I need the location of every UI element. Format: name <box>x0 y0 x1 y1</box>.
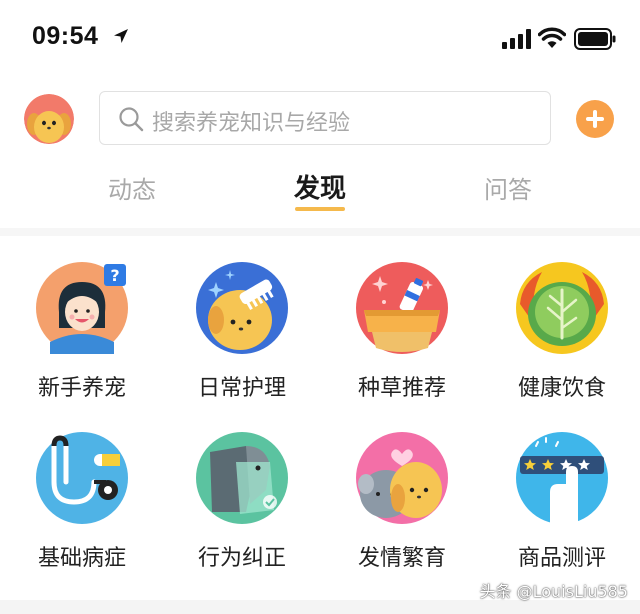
category-label: 新手养宠 <box>37 376 126 401</box>
category-label: 健康饮食 <box>517 376 606 401</box>
tab-activity[interactable]: 动态 <box>72 170 192 205</box>
category-label: 行为纠正 <box>197 546 286 571</box>
active-tab-indicator <box>295 207 345 211</box>
category-label: 日常护理 <box>197 376 286 401</box>
category-behavior-correction[interactable]: 行为纠正 <box>174 432 314 582</box>
breeding-icon <box>356 432 448 524</box>
svg-text:?: ? <box>110 266 119 285</box>
new-owner-icon: ? <box>36 262 128 354</box>
dog-avatar-icon <box>24 94 74 144</box>
category-new-owner[interactable]: ? 新手养宠 <box>14 262 154 412</box>
healthy-diet-icon <box>516 262 608 354</box>
add-button[interactable] <box>576 100 614 138</box>
wifi-icon <box>538 27 566 48</box>
tab-qa[interactable]: 问答 <box>448 170 568 205</box>
category-daily-care[interactable]: 日常护理 <box>174 262 314 412</box>
daily-care-icon <box>196 262 288 354</box>
location-arrow-icon <box>114 29 128 43</box>
bottom-divider <box>0 600 640 614</box>
recommendation-icon <box>356 262 448 354</box>
category-label: 种草推荐 <box>357 376 446 401</box>
category-recommendation[interactable]: 种草推荐 <box>334 262 474 412</box>
search-input[interactable]: 搜索养宠知识与经验 <box>99 91 551 145</box>
status-time: 09:54 <box>32 22 99 50</box>
category-label: 基础病症 <box>37 546 126 571</box>
tab-discover[interactable]: 发现 <box>260 168 380 205</box>
search-icon <box>119 107 144 132</box>
search-placeholder: 搜索养宠知识与经验 <box>152 111 351 136</box>
category-label: 商品测评 <box>517 546 606 571</box>
battery-icon <box>574 28 616 50</box>
behavior-correction-icon <box>196 432 288 524</box>
cellular-signal-icon <box>502 29 531 49</box>
category-healthy-diet[interactable]: 健康饮食 <box>494 262 634 412</box>
category-basic-disease[interactable]: 基础病症 <box>14 432 154 582</box>
section-divider <box>0 228 640 236</box>
user-avatar[interactable] <box>24 94 74 144</box>
category-label: 发情繁育 <box>357 546 446 571</box>
product-review-icon <box>516 432 608 524</box>
status-bar: 09:54 <box>0 0 640 80</box>
basic-disease-icon <box>36 432 128 524</box>
category-breeding[interactable]: 发情繁育 <box>334 432 474 582</box>
watermark: 头条 @LouisLiu585 <box>479 582 628 601</box>
category-product-review[interactable]: 商品测评 <box>494 432 634 582</box>
